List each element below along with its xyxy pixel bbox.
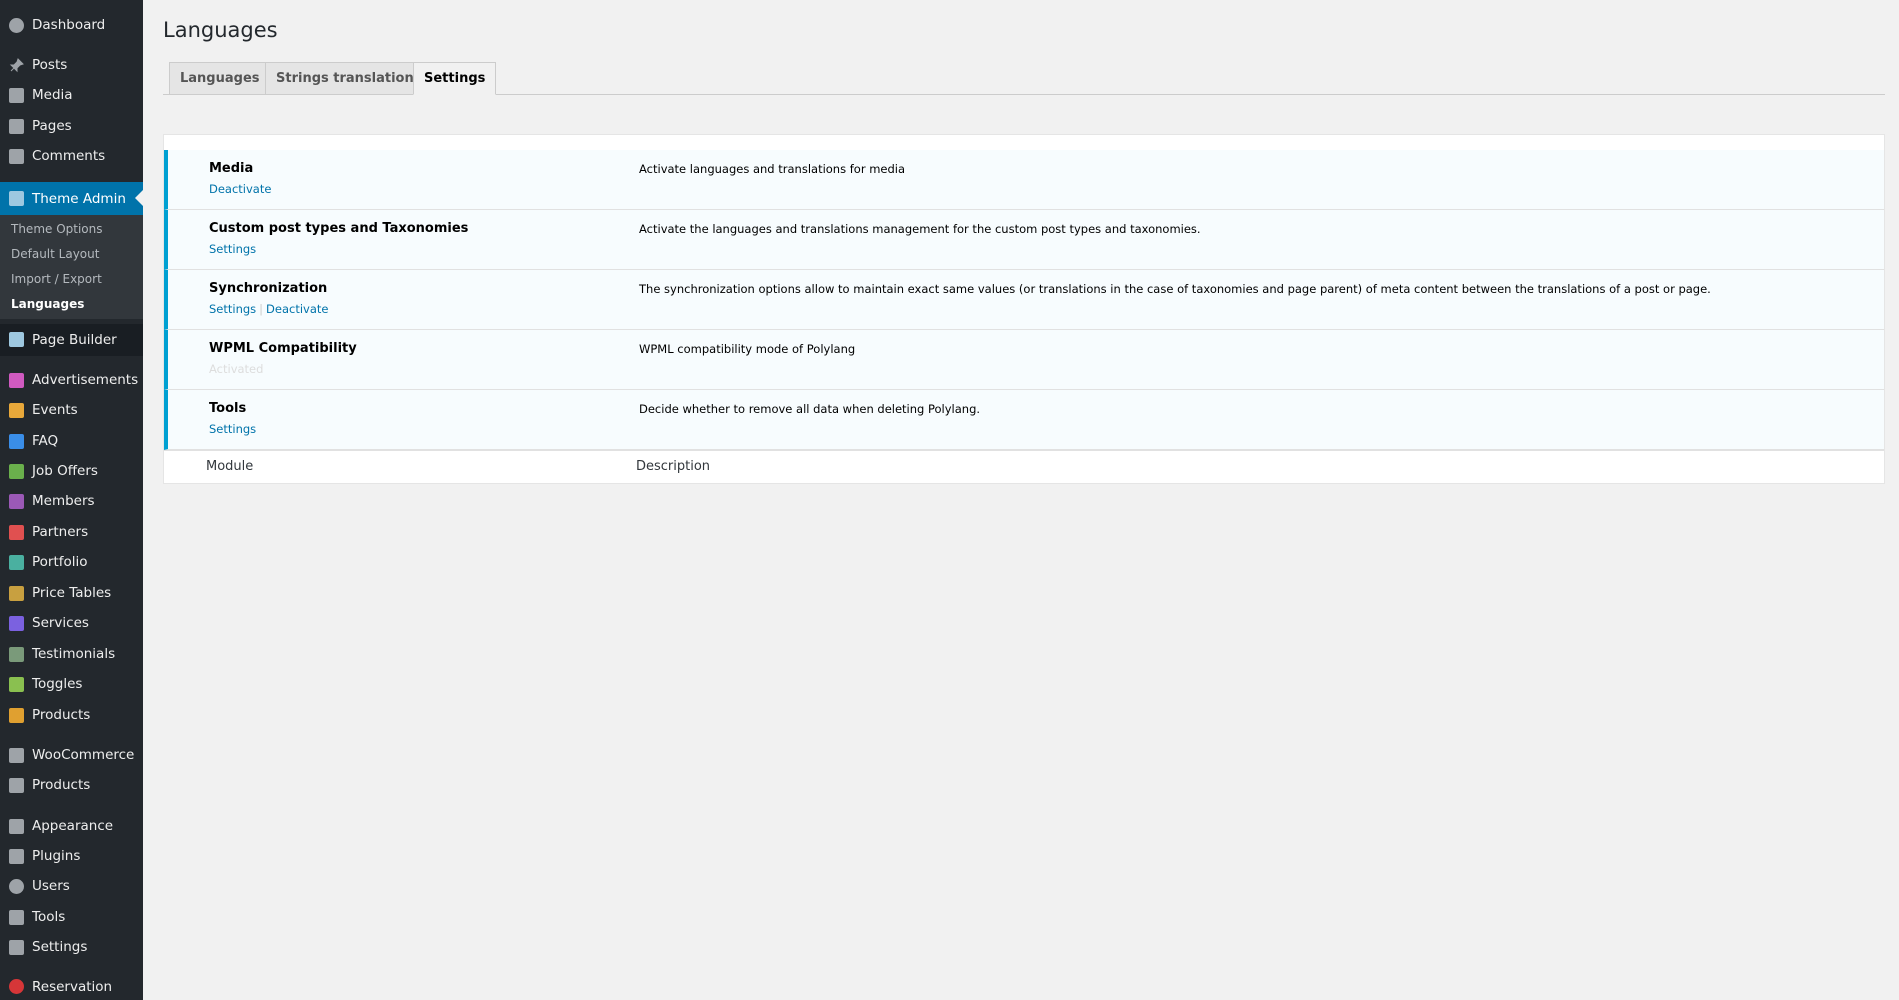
pages-icon bbox=[9, 119, 24, 134]
module-name: Tools bbox=[209, 401, 247, 416]
menu-members[interactable]: Members bbox=[0, 486, 143, 516]
module-row-custom-post-types: Custom post types and Taxonomies Setting… bbox=[164, 210, 1884, 270]
tools-icon bbox=[9, 910, 24, 925]
module-name: Synchronization bbox=[209, 281, 328, 296]
tab-languages[interactable]: Languages bbox=[169, 62, 271, 95]
module-description: Activate languages and translations for … bbox=[639, 162, 906, 176]
comment-icon bbox=[9, 149, 24, 164]
deactivate-link[interactable]: Deactivate bbox=[209, 182, 271, 196]
menu-media[interactable]: Media bbox=[0, 80, 143, 110]
modules-table: Media Deactivate Activate languages and … bbox=[163, 134, 1885, 484]
menu-toggles[interactable]: Toggles bbox=[0, 669, 143, 699]
module-row-media: Media Deactivate Activate languages and … bbox=[164, 150, 1884, 210]
action-separator: | bbox=[259, 302, 264, 316]
events-icon bbox=[9, 403, 24, 418]
users-icon bbox=[9, 879, 24, 894]
admin-sidebar: Dashboard Posts Media Pages Comments The… bbox=[0, 0, 143, 1000]
deactivate-link[interactable]: Deactivate bbox=[266, 302, 328, 316]
menu-services[interactable]: Services bbox=[0, 608, 143, 638]
activated-status: Activated bbox=[209, 362, 264, 376]
submenu-languages[interactable]: Languages bbox=[11, 297, 84, 311]
reservation-icon bbox=[9, 979, 24, 994]
module-description: Activate the languages and translations … bbox=[639, 222, 1201, 236]
media-icon bbox=[9, 88, 24, 103]
menu-posts[interactable]: Posts bbox=[0, 50, 143, 80]
pin-icon bbox=[9, 58, 24, 73]
menu-faq[interactable]: FAQ bbox=[0, 426, 143, 456]
testimonials-icon bbox=[9, 647, 24, 662]
menu-events[interactable]: Events bbox=[0, 395, 143, 425]
advertisements-icon bbox=[9, 373, 24, 388]
module-name: WPML Compatibility bbox=[209, 341, 357, 356]
woocommerce-icon bbox=[9, 748, 24, 763]
tab-settings[interactable]: Settings bbox=[413, 62, 497, 95]
faq-icon bbox=[9, 434, 24, 449]
menu-settings[interactable]: Settings bbox=[0, 932, 143, 962]
menu-products-custom[interactable]: Products bbox=[0, 700, 143, 730]
module-name: Media bbox=[209, 161, 254, 176]
submenu-import-export[interactable]: Import / Export bbox=[11, 272, 102, 286]
page-builder-icon bbox=[9, 332, 24, 347]
module-actions: Settings bbox=[209, 422, 256, 436]
menu-dashboard[interactable]: Dashboard bbox=[0, 10, 143, 40]
settings-icon bbox=[9, 940, 24, 955]
menu-products[interactable]: Products bbox=[0, 770, 143, 800]
portfolio-icon bbox=[9, 555, 24, 570]
theme-admin-submenu: Theme Options Default Layout Import / Ex… bbox=[0, 215, 143, 319]
menu-partners[interactable]: Partners bbox=[0, 517, 143, 547]
module-name: Custom post types and Taxonomies bbox=[209, 221, 469, 236]
price-tables-icon bbox=[9, 586, 24, 601]
menu-tools[interactable]: Tools bbox=[0, 902, 143, 932]
module-actions: Deactivate bbox=[209, 182, 271, 196]
table-footer: Module Description bbox=[164, 450, 1884, 483]
products-icon bbox=[9, 708, 24, 723]
module-row-wpml-compatibility: WPML Compatibility Activated WPML compat… bbox=[164, 330, 1884, 390]
dashboard-icon bbox=[9, 18, 24, 33]
menu-pages[interactable]: Pages bbox=[0, 111, 143, 141]
module-description: Decide whether to remove all data when d… bbox=[639, 402, 981, 416]
menu-comments[interactable]: Comments bbox=[0, 141, 143, 171]
services-icon bbox=[9, 616, 24, 631]
box-icon bbox=[9, 778, 24, 793]
menu-page-builder[interactable]: Page Builder bbox=[0, 324, 143, 356]
page-title: Languages bbox=[163, 18, 278, 42]
settings-link[interactable]: Settings bbox=[209, 242, 256, 256]
settings-link[interactable]: Settings bbox=[209, 422, 256, 436]
menu-job-offers[interactable]: Job Offers bbox=[0, 456, 143, 486]
submenu-default-layout[interactable]: Default Layout bbox=[11, 247, 99, 261]
job-offers-icon bbox=[9, 464, 24, 479]
menu-plugins[interactable]: Plugins bbox=[0, 841, 143, 871]
tab-strings-translations[interactable]: Strings translations bbox=[265, 62, 433, 95]
menu-testimonials[interactable]: Testimonials bbox=[0, 639, 143, 669]
module-row-synchronization: Synchronization Settings | Deactivate The … bbox=[164, 270, 1884, 330]
partners-icon bbox=[9, 525, 24, 540]
module-actions: Activated bbox=[209, 362, 263, 376]
menu-appearance[interactable]: Appearance bbox=[0, 811, 143, 841]
appearance-icon bbox=[9, 819, 24, 834]
column-header-module[interactable]: Module bbox=[206, 459, 253, 474]
module-row-tools: Tools Settings Decide whether to remove … bbox=[164, 390, 1884, 450]
module-description: WPML compatibility mode of Polylang bbox=[639, 342, 856, 356]
menu-theme-admin[interactable]: Theme Admin bbox=[0, 182, 143, 215]
module-actions: Settings bbox=[209, 242, 256, 256]
column-header-description: Description bbox=[636, 459, 711, 474]
toggles-icon bbox=[9, 677, 24, 692]
submenu-theme-options[interactable]: Theme Options bbox=[11, 222, 103, 236]
menu-reservation[interactable]: Reservation bbox=[0, 973, 143, 1000]
menu-users[interactable]: Users bbox=[0, 871, 143, 901]
module-description: The synchronization options allow to mai… bbox=[639, 282, 1711, 296]
plugins-icon bbox=[9, 849, 24, 864]
menu-woocommerce[interactable]: WooCommerce bbox=[0, 740, 143, 770]
menu-price-tables[interactable]: Price Tables bbox=[0, 578, 143, 608]
settings-link[interactable]: Settings bbox=[209, 302, 256, 316]
module-actions: Settings | Deactivate bbox=[209, 302, 329, 316]
menu-advertisements[interactable]: Advertisements bbox=[0, 365, 143, 395]
members-icon bbox=[9, 494, 24, 509]
menu-portfolio[interactable]: Portfolio bbox=[0, 547, 143, 577]
theme-admin-icon bbox=[9, 191, 24, 206]
